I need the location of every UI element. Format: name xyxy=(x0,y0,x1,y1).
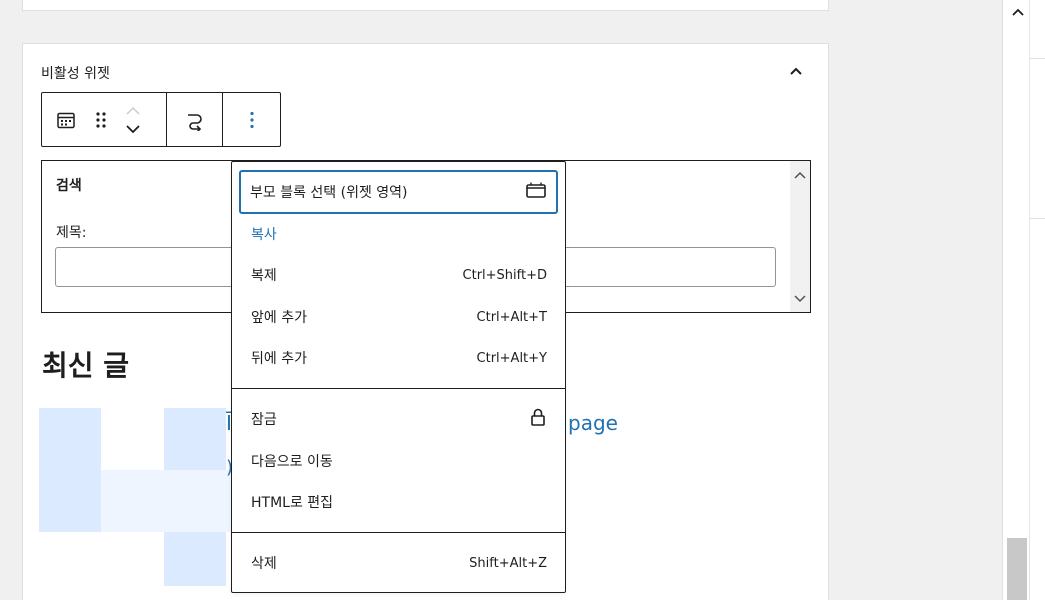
menu-item-label: 부모 블록 선택 (위젯 영역) xyxy=(250,185,408,201)
sidebar-divider xyxy=(1029,0,1030,600)
scroll-up-icon[interactable] xyxy=(794,166,806,185)
search-title-label: 제목: xyxy=(56,225,87,241)
placeholder-tile xyxy=(39,408,101,470)
placeholder-tile xyxy=(39,470,101,532)
placeholder-tile xyxy=(164,408,226,470)
sidebar-divider xyxy=(1030,218,1045,219)
lock-menu-item[interactable]: 잠금 xyxy=(240,400,558,438)
menu-item-label: 앞에 추가 xyxy=(251,310,307,326)
menu-item-shortcut: Ctrl+Alt+Y xyxy=(476,350,547,366)
block-toolbar xyxy=(41,92,281,147)
block-options-menu: 부모 블록 선택 (위젯 영역) 복사 복제 Ctrl+Shift+D 앞에 추… xyxy=(231,161,566,593)
menu-item-shortcut: Ctrl+Shift+D xyxy=(462,267,547,283)
sidebar-divider xyxy=(1030,58,1045,59)
menu-item-label: 복제 xyxy=(251,268,277,284)
lock-icon xyxy=(529,407,547,431)
menu-item-label: 뒤에 추가 xyxy=(251,351,307,367)
search-widget-title: 검색 xyxy=(56,178,82,194)
recent-posts-title: 최신 글 xyxy=(42,349,130,382)
settings-sidebar xyxy=(1002,0,1045,600)
delete-menu-item[interactable]: 삭제 Shift+Alt+Z xyxy=(240,544,558,582)
block-toolbar-group-1 xyxy=(42,93,167,146)
menu-item-shortcut: Ctrl+Alt+T xyxy=(476,309,547,325)
move-up-icon[interactable] xyxy=(125,102,141,120)
move-to-menu-item[interactable]: 다음으로 이동 xyxy=(240,442,558,480)
transform-icon[interactable] xyxy=(180,100,210,140)
placeholder-tile xyxy=(164,532,226,586)
calendar-icon[interactable] xyxy=(51,100,81,140)
insert-before-menu-item[interactable]: 앞에 추가 Ctrl+Alt+T xyxy=(240,298,558,336)
more-options-icon[interactable] xyxy=(237,100,267,140)
drag-handle-icon[interactable] xyxy=(89,100,113,140)
panel-title: 비활성 위젯 xyxy=(41,66,110,82)
page-scrollbar-thumb[interactable] xyxy=(1007,538,1027,600)
widget-area-icon xyxy=(525,181,547,203)
menu-separator xyxy=(232,532,565,533)
menu-item-label: HTML로 편집 xyxy=(251,495,334,511)
block-toolbar-group-2 xyxy=(167,93,223,146)
menu-item-shortcut: Shift+Alt+Z xyxy=(469,555,547,571)
scroll-down-icon[interactable] xyxy=(794,288,806,307)
duplicate-menu-item[interactable]: 복제 Ctrl+Shift+D xyxy=(240,256,558,294)
select-parent-block-menu-item[interactable]: 부모 블록 선택 (위젯 영역) xyxy=(239,170,558,214)
menu-separator xyxy=(232,388,565,389)
menu-item-label: 삭제 xyxy=(251,556,277,572)
chevron-up-icon[interactable] xyxy=(786,62,806,82)
block-mover xyxy=(121,100,145,140)
recent-post-link[interactable]: page xyxy=(568,411,618,435)
copy-menu-item[interactable]: 복사 xyxy=(240,215,558,253)
block-toolbar-group-3 xyxy=(223,93,280,146)
menu-item-label: 복사 xyxy=(251,227,277,243)
previous-widget-card xyxy=(22,0,829,11)
placeholder-tile xyxy=(101,470,231,532)
menu-item-label: 다음으로 이동 xyxy=(251,454,333,470)
insert-after-menu-item[interactable]: 뒤에 추가 Ctrl+Alt+Y xyxy=(240,339,558,377)
menu-item-label: 잠금 xyxy=(251,412,277,428)
move-down-icon[interactable] xyxy=(125,120,141,138)
edit-as-html-menu-item[interactable]: HTML로 편집 xyxy=(240,483,558,521)
chevron-up-icon[interactable] xyxy=(1010,5,1026,25)
